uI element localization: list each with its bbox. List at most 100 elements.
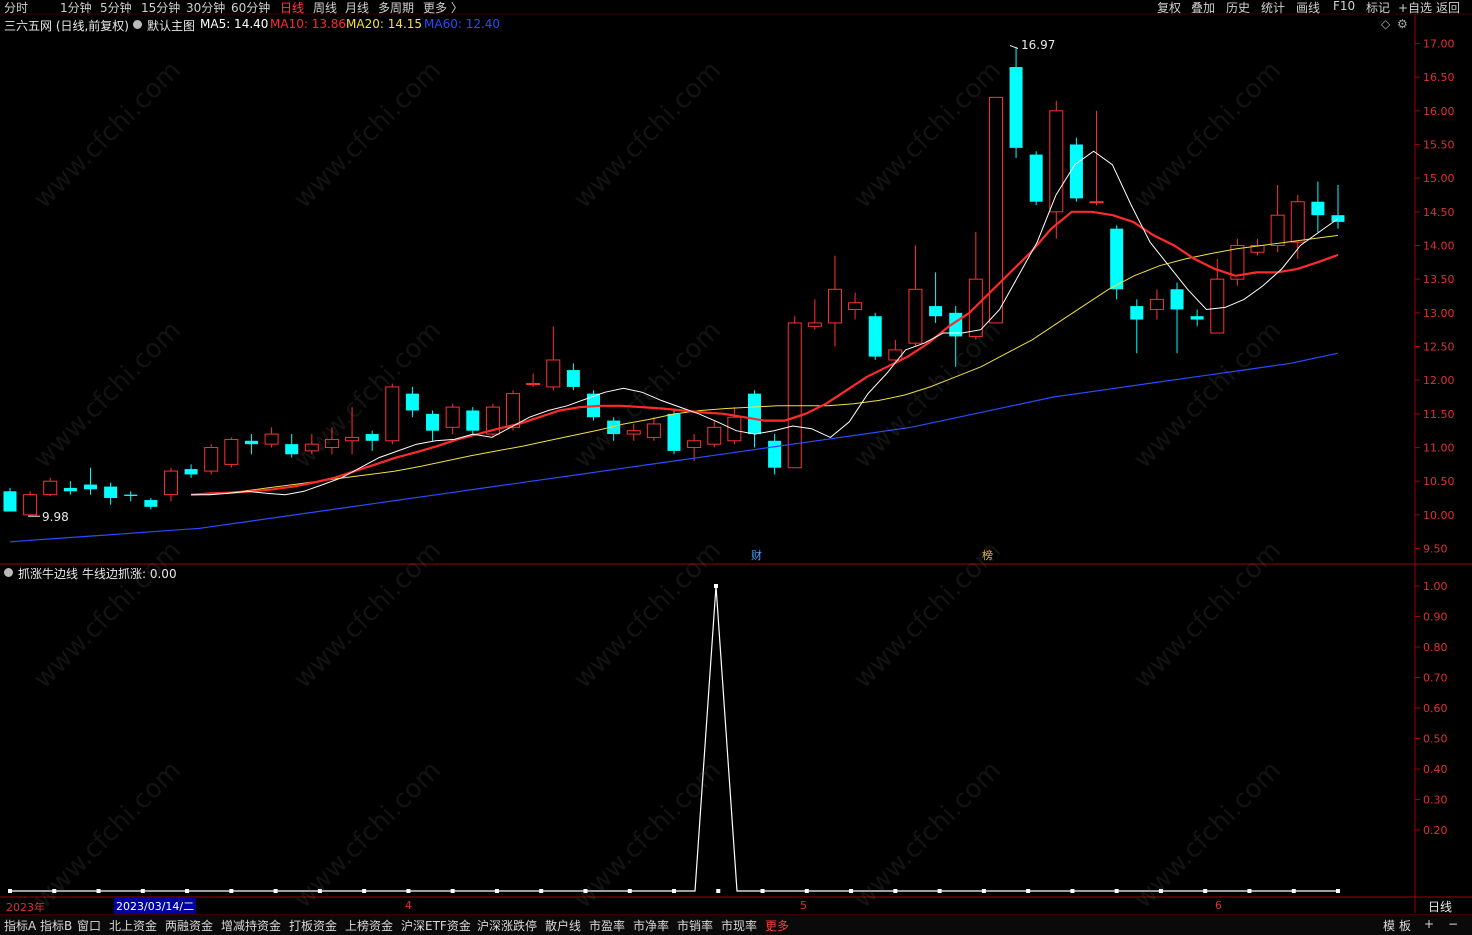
sub-dot <box>1114 889 1119 893</box>
candle-body <box>1110 228 1124 290</box>
y-axis-label: 15.50 <box>1423 138 1455 151</box>
candle-body <box>888 349 903 361</box>
candle-body <box>304 443 319 452</box>
candle-body <box>768 440 782 468</box>
ma5-line <box>191 150 1339 496</box>
period-label: 日线 <box>1428 900 1453 914</box>
y-axis-label: 10.50 <box>1423 475 1455 488</box>
y-axis-label: 13.00 <box>1423 307 1455 320</box>
high-mark: 16.97 <box>1021 38 1056 52</box>
candle-body <box>1029 154 1043 202</box>
sub-dot <box>672 889 676 893</box>
y-axis-label: 12.00 <box>1423 374 1455 387</box>
tab-margin[interactable]: 两融资金 <box>165 917 213 934</box>
tab-pe[interactable]: 市盈率 <box>589 917 625 934</box>
tab-retail[interactable]: 散户线 <box>545 917 581 934</box>
date-april: 4 <box>405 899 412 912</box>
template-button[interactable]: 模 <box>1383 917 1395 934</box>
sub-dot <box>804 889 809 893</box>
sub-signal-line <box>10 585 1338 892</box>
y-axis-label: 14.50 <box>1423 206 1455 219</box>
candle-body <box>747 393 761 435</box>
rank-badge[interactable]: 榜 <box>980 550 995 562</box>
sub-dot <box>539 889 544 893</box>
candle-body <box>787 322 802 469</box>
sub-dot <box>52 889 57 893</box>
zoom-out-button[interactable]: − <box>1448 917 1458 931</box>
candle-body <box>244 440 258 445</box>
ma10-line <box>191 210 1339 496</box>
candle-body <box>868 316 882 357</box>
date-year: 2023年 <box>6 901 45 914</box>
tab-etf[interactable]: 沪深ETF资金 <box>401 917 471 934</box>
kline-chart[interactable]: 17.00 16.50 16.00 15.50 15.00 14.50 14.00 13.50… <box>0 0 1472 934</box>
candle-body <box>827 288 842 324</box>
candle-body <box>687 440 702 449</box>
candle-body <box>1009 67 1023 148</box>
sub-dot <box>140 889 145 893</box>
tab-pb[interactable]: 市净率 <box>633 917 669 934</box>
zoom-in-button[interactable]: + <box>1424 917 1434 931</box>
candle-body <box>23 494 38 516</box>
candle-body <box>264 433 279 445</box>
tab-indicator-b[interactable]: 指标B <box>40 917 72 934</box>
sub-dot <box>450 889 455 893</box>
ma20-line <box>191 234 1339 496</box>
candle-body <box>163 470 178 496</box>
tab-more[interactable]: 更多 <box>765 917 789 934</box>
candle-body <box>526 383 541 386</box>
sub-dot <box>1291 889 1296 893</box>
candle-body <box>1331 215 1345 222</box>
candle-body <box>184 469 198 475</box>
y-axis-label: 16.50 <box>1423 71 1455 84</box>
sub-dot <box>96 889 101 893</box>
y-axis-label: 15.00 <box>1423 172 1455 185</box>
sub-dot <box>1203 889 1208 893</box>
candle-body <box>506 393 521 428</box>
spike-dot <box>714 584 718 588</box>
tab-billboard[interactable]: 上榜资金 <box>345 917 393 934</box>
tab-pcf[interactable]: 市现率 <box>721 917 757 934</box>
candle-body <box>908 288 923 344</box>
tab-limit-up[interactable]: 打板资金 <box>289 917 337 934</box>
high-pointer <box>1009 45 1019 49</box>
candle-body <box>345 436 360 442</box>
sub-indicator-name: 抓涨牛边线 <box>18 567 79 581</box>
sub-dot <box>981 889 986 893</box>
tab-northbound[interactable]: 北上资金 <box>109 917 157 934</box>
y-axis-label: 11.00 <box>1423 442 1455 455</box>
tab-ps[interactable]: 市销率 <box>677 917 713 934</box>
tab-window[interactable]: 窗口 <box>77 917 101 934</box>
candle-body <box>43 480 58 496</box>
tab-limit-stats[interactable]: 沪深涨跌停 <box>477 917 537 934</box>
sub-settings-icon[interactable] <box>4 568 13 577</box>
candle-body <box>807 322 822 327</box>
candle-body <box>3 491 17 512</box>
tab-holdings-change[interactable]: 增减持资金 <box>221 917 281 934</box>
sub-y-axis-label: 0.60 <box>1423 702 1448 715</box>
finance-badge[interactable]: 财 <box>749 550 764 562</box>
sub-dot <box>849 889 854 893</box>
sub-dot <box>494 889 499 893</box>
sub-dot <box>8 889 12 893</box>
date-may: 5 <box>800 899 807 912</box>
sub-dot <box>406 889 411 893</box>
board-button[interactable]: 板 <box>1399 917 1411 934</box>
candle-body <box>426 413 440 431</box>
candle-body <box>365 434 379 441</box>
candle-body <box>405 393 419 411</box>
candle-body <box>1049 110 1064 213</box>
candle-body <box>63 487 77 492</box>
candle-body <box>1290 201 1305 243</box>
tab-indicator-a[interactable]: 指标A <box>4 917 36 934</box>
candle-body <box>204 447 219 472</box>
sub-y-axis-label: 0.30 <box>1423 794 1448 807</box>
sub-dot <box>583 889 588 893</box>
candle-body <box>1089 201 1104 204</box>
sub-dot <box>1336 889 1340 893</box>
sub-dot <box>273 889 278 893</box>
candle-body <box>1149 298 1164 310</box>
candle-body <box>1270 214 1285 246</box>
sub-dot <box>362 889 367 893</box>
date-cursor: 2023/03/14/二 <box>114 898 197 914</box>
